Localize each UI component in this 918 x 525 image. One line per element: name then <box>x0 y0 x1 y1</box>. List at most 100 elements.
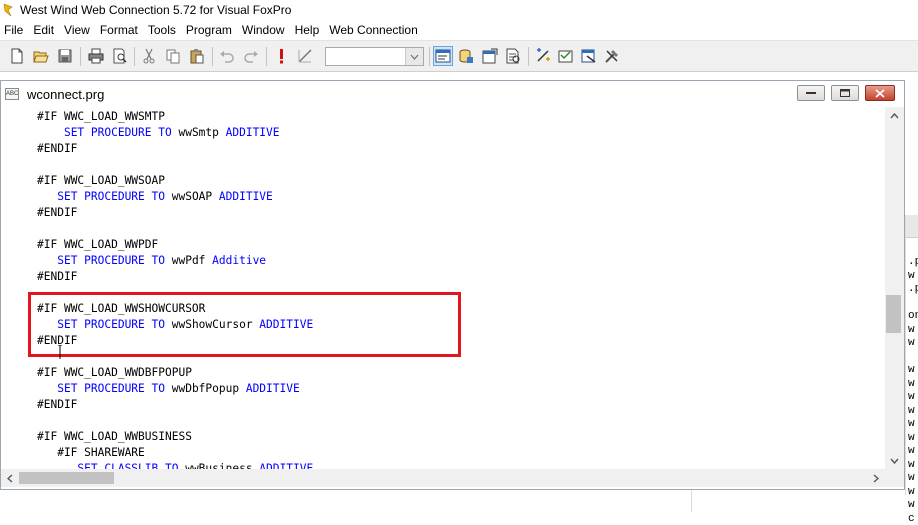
toolbar-separator <box>429 47 430 66</box>
background-text-fragment: w <box>908 485 915 498</box>
code-keyword: ADDITIVE <box>245 382 300 395</box>
menu-help[interactable]: Help <box>291 23 326 37</box>
scroll-down-icon[interactable] <box>885 452 904 469</box>
toolbar-separator <box>134 47 135 66</box>
undo-icon[interactable] <box>217 46 237 66</box>
code-line: SET PROCEDURE TO wwSOAP ADDITIVE <box>37 189 273 205</box>
print-preview-icon[interactable] <box>110 46 130 66</box>
code-line: SET PROCEDURE TO wwSmtp ADDITIVE <box>37 125 280 141</box>
code-line: SET PROCEDURE TO wwDbfPopup ADDITIVE <box>37 381 300 397</box>
run-icon[interactable] <box>271 46 291 66</box>
code-text: wwDbfPopup <box>165 382 246 395</box>
code-keyword: SET PROCEDURE TO <box>57 190 165 203</box>
wizard-icon[interactable] <box>579 46 599 66</box>
scrollbar-corner <box>885 469 904 487</box>
horizontal-scrollbar[interactable] <box>1 469 885 487</box>
code-keyword: ADDITIVE <box>259 318 314 331</box>
code-window-icon[interactable] <box>503 46 523 66</box>
scroll-up-icon[interactable] <box>885 107 904 124</box>
code-line: SET CLASSLIB TO wwBusiness ADDITIVE <box>37 461 313 469</box>
print-icon[interactable] <box>86 46 106 66</box>
code-keyword: ADDITIVE <box>259 462 314 469</box>
horizontal-scroll-thumb[interactable] <box>19 472 114 484</box>
code-text: #IF <box>37 302 58 315</box>
copy-icon[interactable] <box>163 46 183 66</box>
menu-program[interactable]: Program <box>182 23 238 37</box>
code-text: WWC_LOAD_WWSOAP <box>57 174 165 187</box>
command-window-icon[interactable] <box>433 46 453 66</box>
save-icon[interactable] <box>55 46 75 66</box>
new-icon[interactable] <box>7 46 27 66</box>
vertical-scroll-thumb[interactable] <box>886 295 901 333</box>
data-session-icon[interactable] <box>456 46 476 66</box>
background-text-fragment: w <box>908 418 915 430</box>
scroll-right-icon[interactable] <box>867 469 884 487</box>
code-keyword: SET PROCEDURE TO <box>63 126 172 139</box>
code-text: wwSOAP <box>165 190 219 203</box>
code-text: #ENDIF <box>37 270 78 283</box>
menu-web-connection[interactable]: Web Connection <box>325 23 424 37</box>
code-text: #IF <box>37 174 58 187</box>
chevron-down-icon[interactable] <box>405 48 423 65</box>
menu-window[interactable]: Window <box>238 23 291 37</box>
code-keyword: ADDITIVE <box>225 126 280 139</box>
menu-format[interactable]: Format <box>96 23 144 37</box>
open-icon[interactable] <box>31 46 51 66</box>
code-editor[interactable]: #IF WWC_LOAD_WWSMTP SET PROCEDURE TO wwS… <box>1 107 885 469</box>
editor-window: ABC wconnect.prg #IF WWC_LOAD_WWSMTP SET… <box>0 80 905 490</box>
code-line: #IF WWC_LOAD_WWSOAP <box>37 173 165 189</box>
properties-icon[interactable] <box>480 46 500 66</box>
menu-view[interactable]: View <box>60 23 96 37</box>
code-text: WWC_LOAD_WWBUSINESS <box>57 430 192 443</box>
background-text-fragment: .p <box>908 283 918 295</box>
background-text-fragment: w <box>908 431 915 444</box>
code-text: wwShowCursor <box>165 318 260 331</box>
editor-file-title: wconnect.prg <box>27 86 105 102</box>
maximize-button[interactable] <box>831 85 859 101</box>
minimize-icon <box>806 92 816 94</box>
code-line: #IF WWC_LOAD_WWDBFPOPUP <box>37 365 192 381</box>
code-text: #IF <box>37 238 58 251</box>
menu-bar: File Edit View Format Tools Program Window Help… <box>0 20 918 40</box>
code-text: #IF <box>37 110 58 123</box>
code-keyword: SET CLASSLIB TO <box>77 462 179 469</box>
scroll-left-icon[interactable] <box>1 469 18 487</box>
menu-edit[interactable]: Edit <box>29 23 60 37</box>
background-text-fragment: on <box>908 310 918 322</box>
background-text-fragment: w <box>908 472 915 484</box>
code-line: #IF WWC_LOAD_WWSHOWCURSOR <box>37 301 205 317</box>
toolbar-separator <box>80 47 81 66</box>
builder-icon[interactable] <box>602 46 622 66</box>
code-text: WWC_LOAD_WWSMTP <box>57 110 165 123</box>
code-text: SHAREWARE <box>77 446 145 459</box>
background-text-fragment: w <box>908 499 915 511</box>
class-browser-icon[interactable] <box>556 46 576 66</box>
code-text: #ENDIF <box>37 398 78 411</box>
paste-icon[interactable] <box>187 46 207 66</box>
code-text: wwBusiness <box>178 462 260 469</box>
cut-icon[interactable] <box>139 46 159 66</box>
redo-icon[interactable] <box>241 46 261 66</box>
modify-form-icon[interactable] <box>295 46 315 66</box>
form-designer-icon[interactable] <box>533 46 553 66</box>
editor-title-bar: ABC wconnect.prg <box>1 81 904 107</box>
vertical-scrollbar[interactable] <box>885 107 904 469</box>
minimize-button[interactable] <box>797 85 825 101</box>
toolbar-dropdown[interactable] <box>325 47 424 66</box>
background-text-fragment: w <box>908 323 915 336</box>
background-window-header <box>906 215 918 238</box>
code-keyword: ADDITIVE <box>218 190 273 203</box>
menu-tools[interactable]: Tools <box>144 23 182 37</box>
background-text-fragment: .p <box>908 256 918 268</box>
foxpro-app-icon <box>3 3 13 17</box>
code-line: #IF WWC_LOAD_WWBUSINESS <box>37 429 192 445</box>
code-text: #ENDIF <box>37 206 78 219</box>
app-title-bar: West Wind Web Connection 5.72 for Visual… <box>0 0 918 20</box>
close-button[interactable] <box>865 85 895 101</box>
code-line: #ENDIF <box>37 397 77 413</box>
menu-file[interactable]: File <box>0 23 29 37</box>
